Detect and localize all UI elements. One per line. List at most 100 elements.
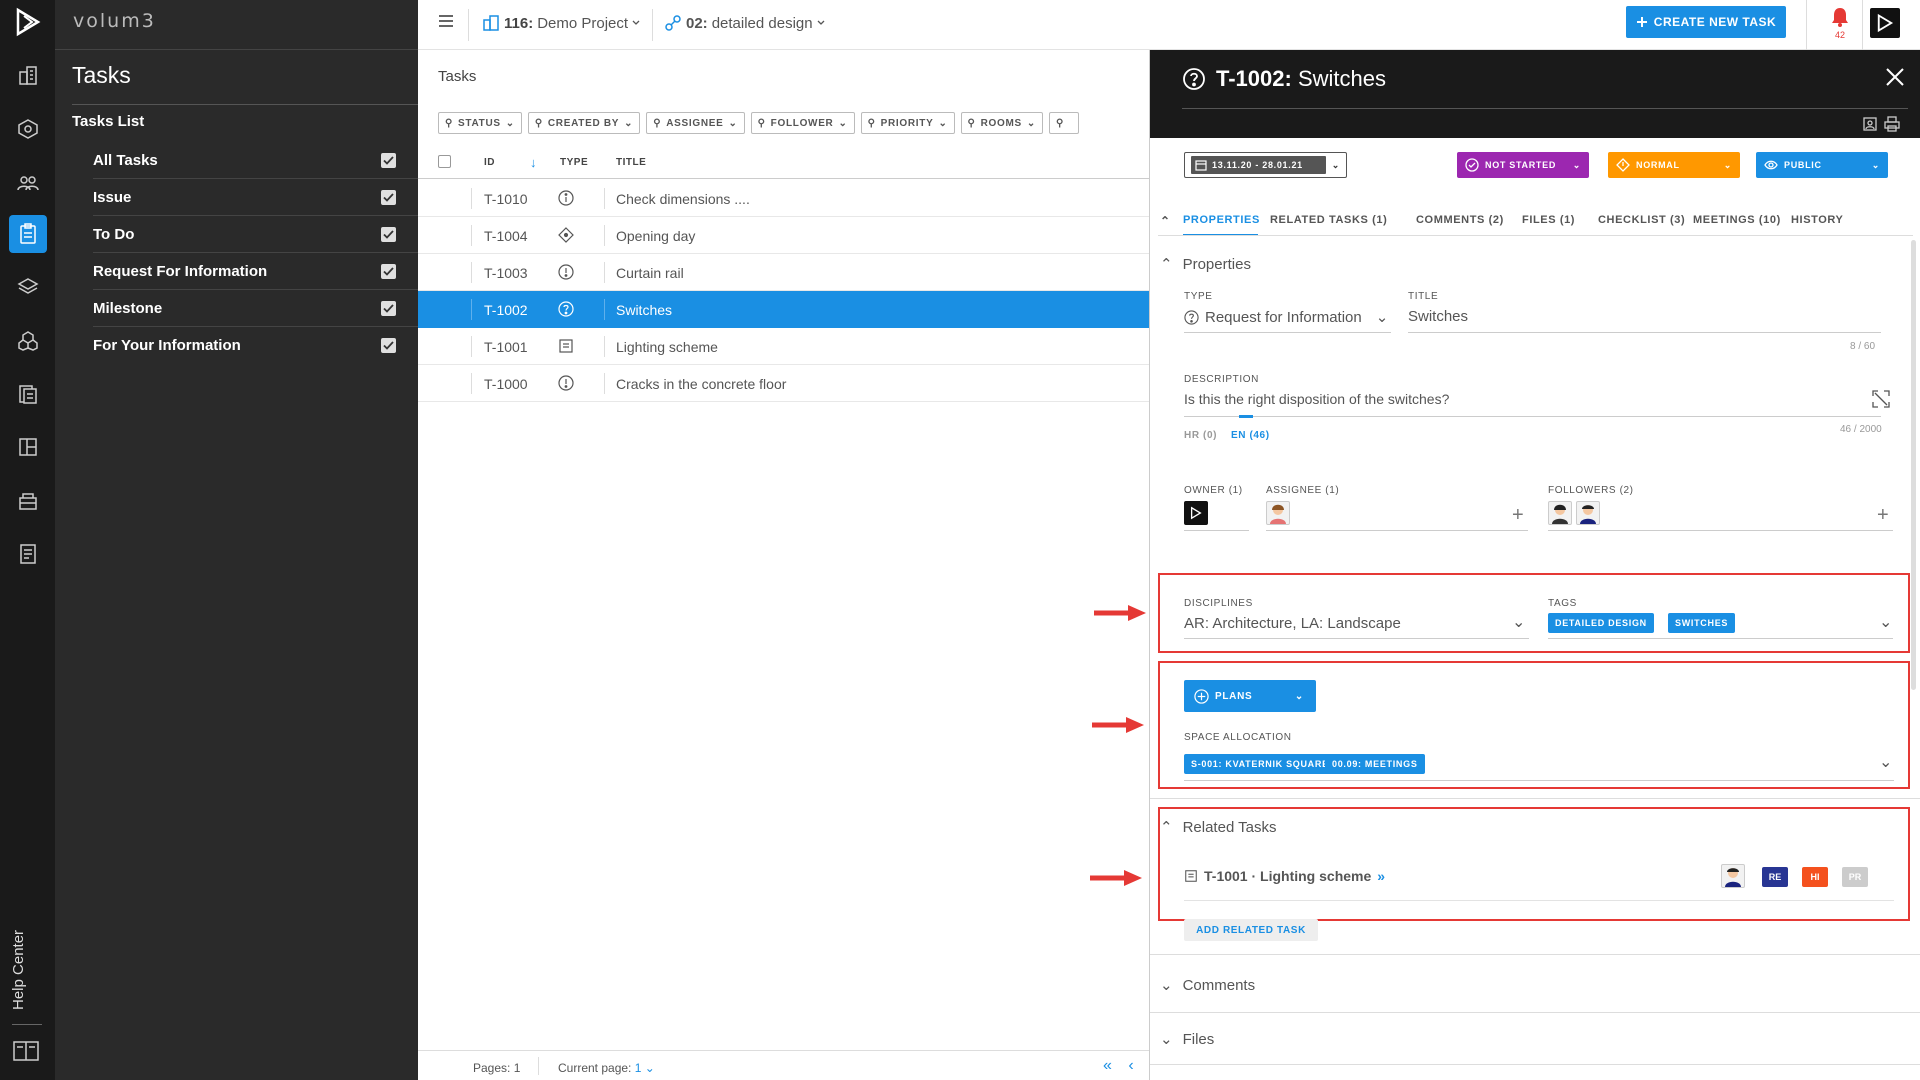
chevron-down-icon[interactable]: ⌄ (1512, 612, 1525, 632)
description-input[interactable]: Is this the right disposition of the swi… (1184, 391, 1449, 407)
column-id[interactable]: ID (484, 157, 495, 168)
checkbox-checked-icon[interactable] (381, 152, 396, 168)
tab-comments[interactable]: COMMENTS (2) (1416, 214, 1504, 226)
project-selector[interactable]: 116: Demo Project (482, 14, 640, 32)
table-row[interactable]: T-1001 Lighting scheme (418, 328, 1149, 365)
disciplines-label: DISCIPLINES (1184, 598, 1253, 609)
create-new-task-button[interactable]: CREATE NEW TASK (1626, 6, 1786, 38)
properties-section-header[interactable]: ⌃ Properties (1160, 255, 1251, 274)
plans-button[interactable]: PLANS ⌄ (1184, 680, 1316, 712)
column-type[interactable]: TYPE (560, 157, 588, 168)
team-icon[interactable] (9, 164, 47, 202)
floorplan-icon[interactable] (9, 428, 47, 466)
owner-avatar[interactable] (1184, 501, 1208, 525)
chevron-down-icon: ⌄ (1572, 159, 1581, 170)
chevron-down-icon[interactable]: ⌄ (1879, 752, 1892, 772)
sidebar-title: Tasks (72, 62, 131, 88)
follower-avatar[interactable] (1576, 501, 1600, 525)
files-section-header[interactable]: ⌄ Files (1160, 1030, 1214, 1049)
tag-chip[interactable]: DETAILED DESIGN (1548, 613, 1654, 633)
sidebar-item-label: All Tasks (93, 151, 158, 169)
column-title[interactable]: TITLE (616, 157, 646, 168)
table-row[interactable]: T-1004 Opening day (418, 217, 1149, 254)
buildings-icon[interactable] (9, 56, 47, 94)
checkbox-checked-icon[interactable] (381, 263, 396, 279)
filter-priority[interactable]: ⚲ PRIORITY ⌄ (860, 112, 955, 134)
print-icon[interactable] (1884, 116, 1900, 137)
chevron-up-icon[interactable]: ⌃ (1160, 214, 1171, 228)
sidebar-item-rfi[interactable]: Request For Information (93, 253, 418, 290)
date-range-picker[interactable]: 13.11.20 - 28.01.21 ⌄ (1184, 152, 1347, 178)
table-row-selected[interactable]: T-1002 Switches (418, 291, 1149, 328)
filter-more[interactable]: ⚲ (1048, 112, 1079, 134)
book-icon[interactable] (12, 1040, 40, 1067)
checkbox-checked-icon[interactable] (381, 226, 396, 242)
select-all-checkbox[interactable] (438, 155, 451, 168)
sidebar-item-issue[interactable]: Issue (93, 179, 418, 216)
help-center-link[interactable]: Help Center (10, 925, 46, 1015)
status-dropdown[interactable]: NOT STARTED ⌄ (1457, 152, 1589, 178)
documents-icon[interactable] (9, 375, 47, 413)
layers-icon[interactable] (9, 268, 47, 306)
close-icon[interactable] (1885, 67, 1905, 92)
tab-meetings[interactable]: MEETINGS (10) (1693, 214, 1781, 226)
app-logo-icon[interactable] (12, 6, 44, 38)
add-related-task-button[interactable]: ADD RELATED TASK (1184, 919, 1318, 941)
lang-tab-hr[interactable]: HR (0) (1184, 430, 1217, 441)
filter-rooms[interactable]: ⚲ ROOMS ⌄ (960, 112, 1043, 134)
sidebar-item-fyi[interactable]: For Your Information (93, 327, 418, 364)
checkbox-checked-icon[interactable] (381, 338, 396, 353)
visibility-dropdown[interactable]: PUBLIC ⌄ (1756, 152, 1888, 178)
priority-dropdown[interactable]: NORMAL ⌄ (1608, 152, 1740, 178)
assignee-avatar[interactable] (1266, 501, 1290, 525)
related-task-link[interactable]: T-1001 · Lighting scheme » (1184, 868, 1385, 884)
tab-files[interactable]: FILES (1) (1522, 214, 1575, 226)
checkbox-checked-icon[interactable] (381, 300, 396, 316)
filter-status[interactable]: ⚲ STATUS ⌄ (438, 112, 522, 134)
filter-created-by[interactable]: ⚲ CREATED BY ⌄ (527, 112, 641, 134)
tab-properties[interactable]: PROPERTIES (1183, 214, 1260, 226)
title-input[interactable]: Switches (1408, 308, 1468, 325)
current-page-selector[interactable]: Current page: 1 ⌄ (558, 1061, 655, 1075)
cubes-icon[interactable] (9, 322, 47, 360)
chevron-down-icon[interactable]: ⌄ (1879, 612, 1892, 632)
tag-chip[interactable]: SWITCHES (1668, 613, 1736, 633)
sidebar-item-milestone[interactable]: Milestone (93, 290, 418, 327)
checkbox-checked-icon[interactable] (381, 189, 396, 205)
table-row[interactable]: T-1010 Check dimensions .... (418, 180, 1149, 217)
expand-icon[interactable] (1872, 390, 1890, 413)
sort-arrow-down-icon[interactable]: ↓ (530, 155, 537, 170)
filter-follower[interactable]: ⚲ FOLLOWER ⌄ (750, 112, 855, 134)
task-title: Opening day (616, 228, 696, 244)
comments-section-header[interactable]: ⌄ Comments (1160, 976, 1255, 995)
related-tasks-section-header[interactable]: ⌃ Related Tasks (1160, 818, 1277, 837)
table-row[interactable]: T-1003 Curtain rail (418, 254, 1149, 291)
pager-first-prev-icon[interactable]: « ‹ (1103, 1057, 1140, 1075)
sidebar-item-to-do[interactable]: To Do (93, 216, 418, 253)
tab-checklist[interactable]: CHECKLIST (3) (1598, 214, 1685, 226)
model-icon[interactable] (9, 110, 47, 148)
add-follower-icon[interactable]: + (1877, 504, 1889, 527)
follower-avatar[interactable] (1548, 501, 1572, 525)
menu-icon[interactable] (438, 13, 454, 34)
table-row[interactable]: T-1000 Cracks in the concrete floor (418, 365, 1149, 402)
reports-icon[interactable] (9, 535, 47, 573)
detail-tabs: ⌃ PROPERTIES RELATED TASKS (1) COMMENTS … (1158, 210, 1913, 236)
disciplines-select[interactable]: AR: Architecture, LA: Landscape (1184, 615, 1401, 632)
lang-tab-en[interactable]: EN (46) (1231, 430, 1270, 441)
tasks-icon[interactable] (9, 215, 47, 253)
scrollbar[interactable] (1911, 240, 1916, 690)
type-select[interactable]: Request for Information ⌄ (1184, 308, 1388, 326)
add-assignee-icon[interactable]: + (1512, 504, 1524, 527)
tab-history[interactable]: HISTORY (1791, 214, 1844, 226)
filter-assignee[interactable]: ⚲ ASSIGNEE ⌄ (646, 112, 745, 134)
space-chip[interactable]: 00.09: MEETINGS (1325, 754, 1425, 774)
phase-selector[interactable]: 02: detailed design (664, 14, 825, 32)
tab-related-tasks[interactable]: RELATED TASKS (1) (1270, 214, 1387, 226)
export-icon[interactable] (1862, 116, 1878, 137)
inventory-icon[interactable] (9, 482, 47, 520)
space-chip[interactable]: S-001: KVATERNIK SQUARE (1184, 754, 1336, 774)
notifications-button[interactable]: 42 (1828, 7, 1852, 40)
user-avatar[interactable] (1870, 8, 1900, 38)
sidebar-item-all-tasks[interactable]: All Tasks (93, 142, 418, 179)
